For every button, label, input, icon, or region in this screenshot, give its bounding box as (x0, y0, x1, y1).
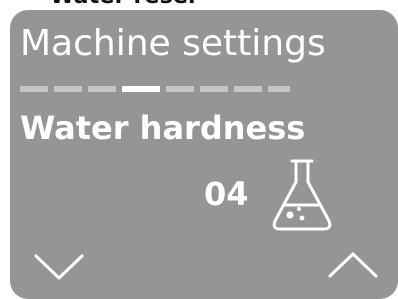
setting-value: 04 (204, 175, 249, 213)
progress-segment-2 (54, 86, 82, 92)
progress-segment-8 (268, 86, 290, 92)
progress-segment-1 (20, 86, 48, 92)
setting-name: Water hardness (20, 109, 306, 147)
progress-segment-3 (88, 86, 116, 92)
flask-icon (272, 159, 332, 231)
progress-segment-6 (200, 86, 228, 92)
settings-progress (20, 86, 290, 92)
page-title: Machine settings (20, 23, 326, 64)
settings-panel: Machine settings Water hardness 04 (10, 10, 398, 299)
progress-segment-4 (122, 86, 160, 92)
app-frame: Water reser Machine settings Water hardn… (0, 0, 398, 299)
chevron-down-icon[interactable] (30, 246, 88, 284)
top-partial-text: Water reser (50, 0, 199, 9)
chevron-up-icon[interactable] (324, 246, 382, 284)
progress-segment-5 (166, 86, 194, 92)
progress-segment-7 (234, 86, 262, 92)
